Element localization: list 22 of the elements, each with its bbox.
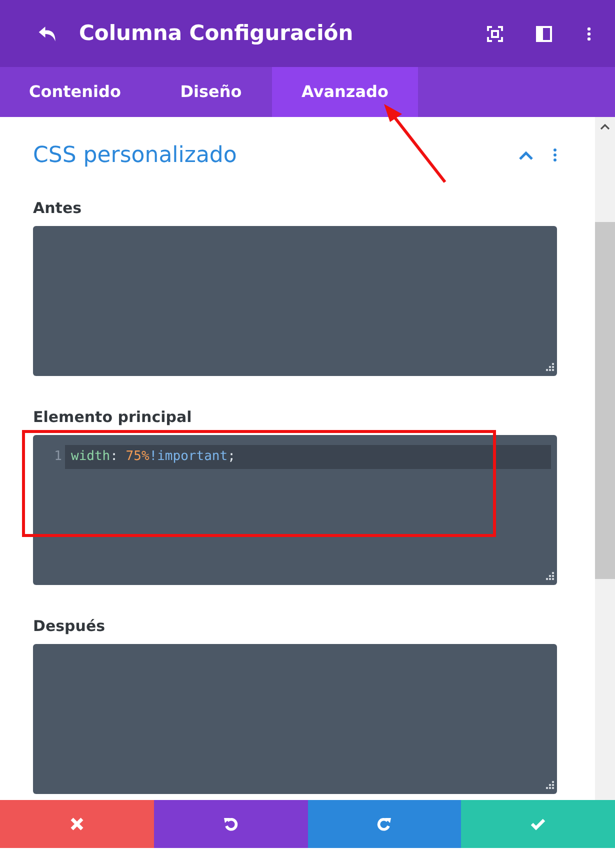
scrollbar[interactable]	[595, 117, 615, 800]
section-title[interactable]: CSS personalizado	[33, 138, 519, 172]
focus-icon[interactable]	[487, 26, 503, 42]
resize-handle-icon[interactable]	[544, 363, 554, 373]
resize-handle-icon[interactable]	[544, 572, 554, 582]
sidebar-icon[interactable]	[536, 26, 552, 42]
tab[interactable]: Avanzado	[272, 67, 418, 117]
close-icon	[68, 816, 85, 832]
code-editor[interactable]: 1 width: 75%!important;	[33, 435, 557, 585]
resize-handle-icon[interactable]	[544, 781, 554, 791]
more-icon[interactable]	[553, 148, 557, 162]
field-label: Después	[33, 616, 106, 635]
redo-icon	[376, 816, 392, 832]
check-icon	[530, 816, 546, 832]
more-icon[interactable]	[587, 26, 591, 40]
field-label: Elemento principal	[33, 407, 192, 426]
field-label: Antes	[33, 198, 82, 217]
line-number: 1	[53, 448, 63, 466]
undo-icon	[222, 816, 239, 832]
collapse-icon[interactable]	[519, 150, 533, 160]
window-title: Columna Configuración	[79, 20, 354, 47]
scroll-up-icon[interactable]	[600, 123, 610, 130]
